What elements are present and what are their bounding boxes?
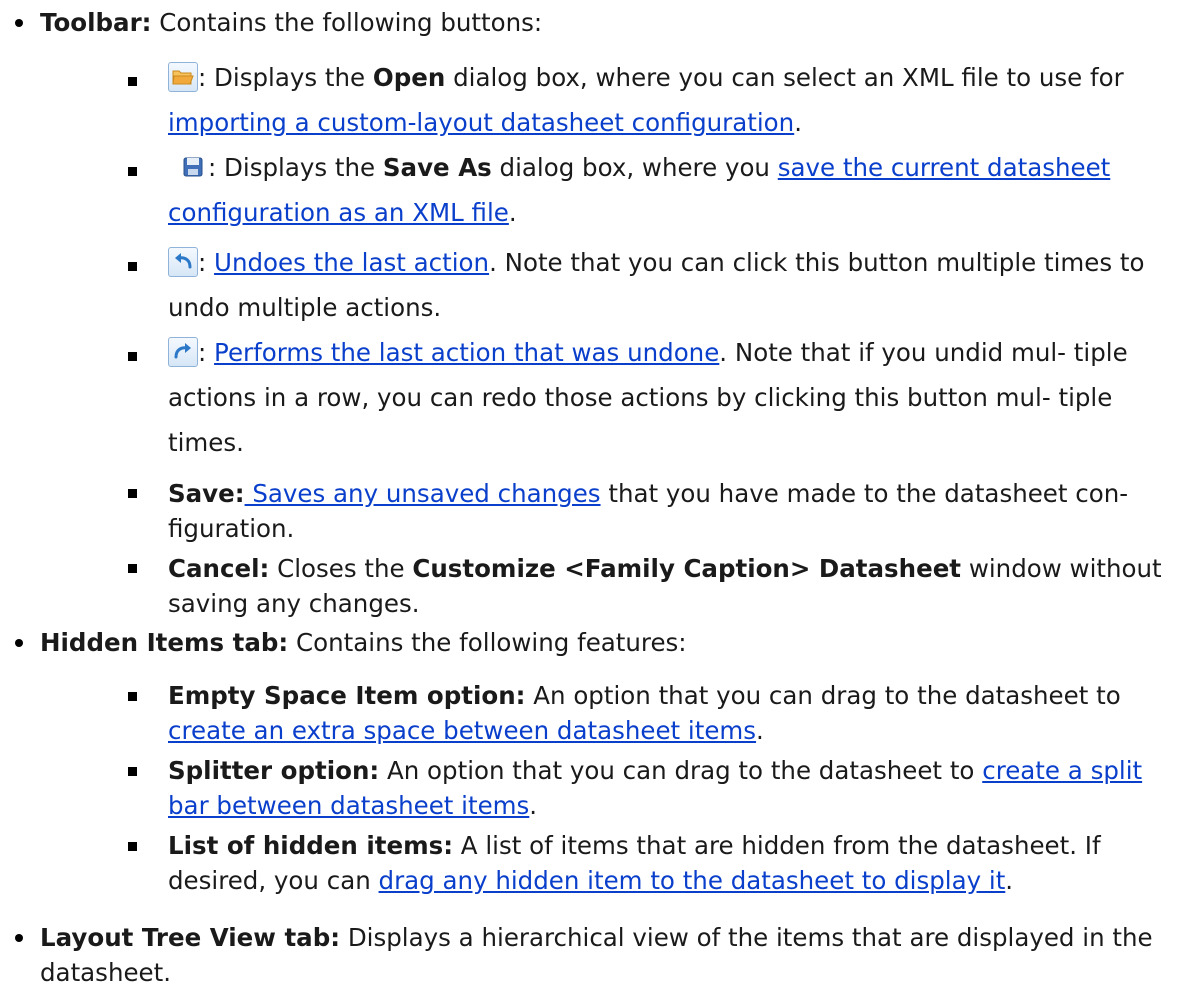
window-name: Customize <Family Caption> Datasheet (412, 554, 962, 583)
save-as-dialog-name: Save As (382, 153, 492, 182)
empty-space-item: Empty Space Item option: An option that … (168, 678, 1168, 748)
save-item: Save: Saves any unsaved changes that you… (168, 476, 1168, 546)
toolbar-label: Toolbar: (40, 8, 152, 37)
undo-arrow-icon[interactable] (168, 247, 198, 277)
hidden-list-label: List of hidden items: (168, 831, 453, 860)
bullet-square (128, 167, 137, 176)
help-document: Toolbar: Contains the following buttons:… (0, 0, 1178, 999)
import-config-link[interactable]: importing a custom-layout datasheet conf… (168, 108, 794, 137)
save-as-post: . (508, 198, 517, 227)
empty-space-post: . (756, 716, 764, 745)
hidden-list-post: . (1005, 866, 1014, 895)
save-disk-icon[interactable] (178, 152, 208, 182)
redo-pre: : (198, 338, 215, 367)
splitter-item: Splitter option: An option that you can … (168, 753, 1168, 823)
save-label: Save: (168, 479, 245, 508)
splitter-pre: An option that you can drag to the datas… (379, 756, 983, 785)
open-folder-icon[interactable] (168, 62, 198, 92)
undo-pre: : (198, 248, 215, 277)
toolbar-desc: Contains the following buttons: (151, 8, 543, 37)
bullet-dot (15, 934, 23, 942)
open-pre: : Displays the (198, 63, 373, 92)
hidden-items-section: Hidden Items tab: Contains the following… (40, 625, 1160, 660)
open-dialog-name: Open (372, 63, 446, 92)
bullet-square (128, 262, 137, 271)
cancel-pre: Closes the (269, 554, 413, 583)
undo-item: : Undoes the last action. Note that you … (168, 240, 1168, 330)
open-item: : Displays the Open dialog box, where yo… (168, 55, 1168, 145)
bullet-dot (15, 19, 23, 27)
bullet-square (128, 842, 137, 851)
undo-link[interactable]: Undoes the last action (214, 248, 489, 277)
splitter-post: . (529, 791, 538, 820)
bullet-square (128, 767, 137, 776)
hidden-items-desc: Contains the following features: (288, 628, 687, 657)
layout-tree-section: Layout Tree View tab: Displays a hierarc… (40, 920, 1160, 990)
save-changes-link[interactable]: Saves any unsaved changes (245, 479, 600, 508)
redo-item: : Performs the last action that was undo… (168, 330, 1168, 465)
open-mid: dialog box, where you can select an XML … (445, 63, 1124, 92)
save-as-mid: dialog box, where you (491, 153, 778, 182)
toolbar-section: Toolbar: Contains the following buttons: (40, 5, 1160, 40)
empty-space-pre: An option that you can drag to the datas… (525, 681, 1121, 710)
bullet-square (128, 489, 137, 498)
bullet-square (128, 692, 137, 701)
save-as-item: : Displays the Save As dialog box, where… (168, 145, 1168, 235)
cancel-label: Cancel: (168, 554, 270, 583)
empty-space-label: Empty Space Item option: (168, 681, 526, 710)
hidden-items-label: Hidden Items tab: (40, 628, 289, 657)
bullet-square (128, 77, 137, 86)
hidden-list-item: List of hidden items: A list of items th… (168, 828, 1168, 898)
drag-hidden-item-link[interactable]: drag any hidden item to the datasheet to… (379, 866, 1006, 895)
save-as-pre: : Displays the (208, 153, 383, 182)
extra-space-link[interactable]: create an extra space between datasheet … (168, 716, 756, 745)
splitter-label: Splitter option: (168, 756, 380, 785)
redo-arrow-icon[interactable] (168, 337, 198, 367)
cancel-item: Cancel: Closes the Customize <Family Cap… (168, 551, 1168, 621)
redo-link[interactable]: Performs the last action that was undone (214, 338, 719, 367)
layout-tree-label: Layout Tree View tab: (40, 923, 341, 952)
bullet-square (128, 352, 137, 361)
bullet-dot (15, 639, 23, 647)
open-post: . (794, 108, 802, 137)
bullet-square (128, 564, 137, 573)
